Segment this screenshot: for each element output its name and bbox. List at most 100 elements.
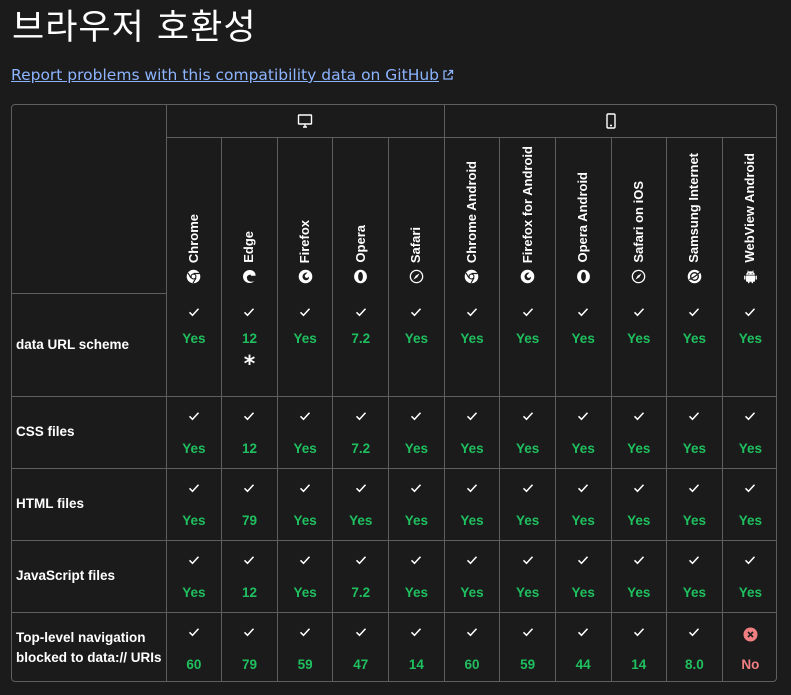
page-title: 브라우저 호환성	[12, 8, 257, 48]
support-cell-firefox[interactable]: Yes	[276, 395, 334, 469]
support-cell-firefox-for-android[interactable]: Yes	[499, 539, 556, 613]
support-cell-safari-on-ios[interactable]: 14	[610, 611, 668, 681]
support-cell-opera-android[interactable]: Yes	[554, 467, 612, 541]
version-label: 14	[408, 656, 424, 672]
support-cell-safari[interactable]: Yes	[388, 467, 445, 541]
browser-name: Chrome	[185, 213, 201, 263]
support-cell-safari[interactable]: Yes	[388, 395, 445, 469]
support-cell-firefox-for-android[interactable]: 59	[499, 611, 556, 681]
support-cell-webview-android[interactable]: Yes	[721, 539, 776, 613]
version-label: Yes	[571, 584, 595, 600]
support-cell-chrome-android[interactable]: Yes	[443, 539, 501, 613]
support-cell-safari-on-ios[interactable]: Yes	[610, 395, 668, 469]
check-icon	[689, 308, 700, 317]
version-label: No	[741, 656, 760, 672]
support-cell-edge[interactable]: 12	[221, 539, 278, 613]
version-label: Yes	[404, 584, 428, 600]
report-problems-link[interactable]: Report problems with this compatibility …	[11, 64, 454, 86]
support-cell-webview-android[interactable]: Yes	[721, 467, 776, 541]
check-icon	[188, 555, 199, 564]
support-cell-edge[interactable]: 12 *	[221, 293, 278, 397]
support-cell-safari[interactable]: Yes	[388, 293, 445, 397]
support-cell-chrome-android[interactable]: Yes	[443, 467, 501, 541]
check-icon	[578, 483, 589, 492]
support-cell-samsung-internet[interactable]: Yes	[666, 467, 723, 541]
support-cell-opera[interactable]: 7.2	[332, 539, 390, 613]
support-cell-firefox-for-android[interactable]: Yes	[499, 293, 556, 397]
support-cell-firefox[interactable]: Yes	[276, 467, 334, 541]
support-cell-opera[interactable]: 7.2	[332, 293, 390, 397]
support-cell-opera-android[interactable]: Yes	[554, 293, 612, 397]
support-cell-safari[interactable]: Yes	[388, 539, 445, 613]
support-cell-firefox-for-android[interactable]: Yes	[499, 467, 556, 541]
version-label: Yes	[515, 331, 540, 346]
browser-header-safari: Safari	[388, 136, 445, 293]
support-cell-samsung-internet[interactable]: Yes	[666, 539, 723, 613]
check-icon	[300, 308, 311, 317]
support-cell-webview-android[interactable]: Yes	[721, 293, 776, 397]
support-cell-firefox[interactable]: Yes	[276, 293, 334, 397]
support-cell-opera[interactable]: 47	[332, 611, 390, 681]
support-cell-firefox-for-android[interactable]: Yes	[499, 395, 556, 469]
support-cell-samsung-internet[interactable]: 8.0	[666, 611, 723, 681]
support-cell-chrome[interactable]: Yes	[165, 467, 223, 541]
feature-name: JavaScript files	[12, 539, 167, 613]
version-label: Yes	[460, 512, 484, 528]
version-label: Yes	[571, 440, 595, 456]
support-cell-opera[interactable]: 7.2	[332, 395, 390, 469]
support-cell-webview-android[interactable]: No	[721, 611, 776, 681]
support-cell-opera-android[interactable]: Yes	[554, 395, 612, 469]
support-cell-edge[interactable]: 79	[221, 611, 278, 681]
footnote-asterisk-icon[interactable]: *	[244, 354, 256, 376]
support-cell-safari-on-ios[interactable]: Yes	[610, 467, 668, 541]
support-cell-edge[interactable]: 12	[221, 395, 278, 469]
support-cell-chrome[interactable]: Yes	[165, 395, 223, 469]
check-icon	[466, 627, 478, 636]
support-cell-chrome-android[interactable]: Yes	[443, 395, 501, 469]
version-label: Yes	[460, 440, 484, 456]
check-icon	[244, 555, 255, 564]
check-icon	[689, 411, 700, 420]
version-label: 7.2	[351, 584, 371, 600]
support-cell-samsung-internet[interactable]: Yes	[666, 293, 723, 397]
support-cell-chrome[interactable]: Yes	[165, 293, 223, 397]
check-icon	[745, 308, 756, 317]
support-cell-samsung-internet[interactable]: Yes	[666, 395, 723, 469]
version-label: 12	[241, 584, 257, 600]
check-icon	[355, 555, 366, 564]
support-cell-chrome[interactable]: Yes	[165, 539, 223, 613]
check-icon	[633, 627, 644, 636]
support-cell-safari[interactable]: 14	[388, 611, 445, 681]
support-cell-safari-on-ios[interactable]: Yes	[610, 293, 668, 397]
check-icon	[689, 555, 700, 564]
check-icon	[689, 483, 700, 492]
check-icon	[745, 483, 756, 492]
version-label: 8.0	[685, 656, 704, 672]
version-label: Yes	[460, 584, 484, 600]
support-cell-chrome-android[interactable]: Yes	[443, 293, 501, 397]
check-icon	[244, 308, 255, 317]
support-cell-opera-android[interactable]: 44	[554, 611, 612, 681]
support-cell-edge[interactable]: 79	[221, 467, 278, 541]
browser-header-firefox-for-android: Firefox for Android	[499, 136, 556, 293]
feature-row-javascript-files: JavaScript files Yes 12 Yes 7.2 Yes Yes Yes Yes Y…	[12, 539, 776, 613]
support-cell-webview-android[interactable]: Yes	[721, 395, 776, 469]
support-cell-chrome[interactable]: 60	[165, 611, 223, 681]
browser-header-opera-android: Opera Android	[554, 136, 612, 293]
support-cell-safari-on-ios[interactable]: Yes	[610, 539, 668, 613]
browser-name: Chrome Android	[463, 160, 479, 263]
support-cell-firefox[interactable]: Yes	[276, 539, 334, 613]
version-label: 79	[241, 512, 257, 528]
feature-row-top-level-navigation-blocked-to-data-uris: Top-level navigation blocked to data:// …	[12, 611, 776, 681]
support-cell-chrome-android[interactable]: 60	[443, 611, 501, 681]
version-label: Yes	[627, 440, 651, 456]
support-cell-firefox[interactable]: 59	[276, 611, 334, 681]
version-label: Yes	[460, 331, 484, 346]
report-problems-label: Report problems with this compatibility …	[11, 66, 440, 84]
support-cell-opera-android[interactable]: Yes	[554, 539, 612, 613]
check-icon	[300, 483, 311, 492]
support-cell-opera[interactable]: Yes	[332, 467, 390, 541]
check-icon	[244, 483, 255, 492]
version-label: 59	[297, 656, 313, 672]
browser-name: WebView Android	[742, 153, 758, 263]
